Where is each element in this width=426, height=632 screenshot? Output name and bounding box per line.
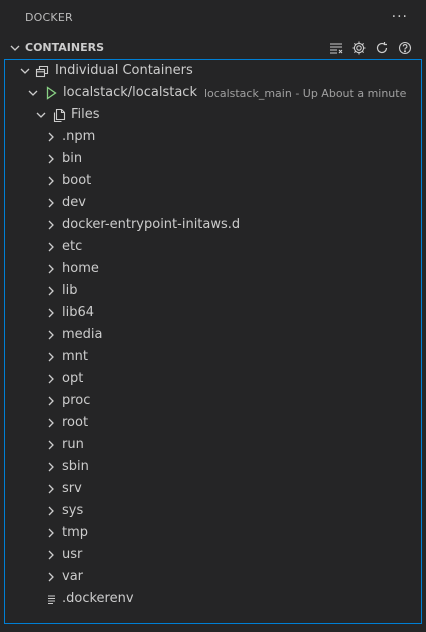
refresh-icon[interactable] [373,39,391,57]
folder-label: docker-entrypoint-initaws.d [62,217,241,232]
chevron-right-icon[interactable] [43,547,59,563]
tree-item-folder[interactable]: lib64 [5,302,426,324]
tree-item-folder[interactable]: sbin [5,456,426,478]
section-actions [327,39,414,57]
tree-item-folder[interactable]: lib [5,280,426,302]
tree-item-folder[interactable]: proc [5,390,426,412]
view-title: DOCKER [25,11,73,24]
folder-label: usr [62,547,83,562]
folder-label: dev [62,195,86,210]
tree-item-container[interactable]: localstack/localstack localstack_main - … [5,82,426,104]
folder-label: boot [62,173,92,188]
folder-label: .npm [62,129,96,144]
tree-item-folder[interactable]: run [5,434,426,456]
folder-label: sys [62,503,84,518]
file-lines-icon [43,591,59,607]
folder-label: opt [62,371,84,386]
tree-item-folder[interactable]: .npm [5,126,426,148]
chevron-right-icon[interactable] [43,217,59,233]
tree-item-file[interactable]: .dockerenv [5,588,426,610]
folder-label: etc [62,239,83,254]
chevron-down-icon[interactable] [8,41,22,55]
section-title: CONTAINERS [25,41,104,54]
tree-item-folder[interactable]: mnt [5,346,426,368]
chevron-right-icon[interactable] [43,327,59,343]
chevron-right-icon[interactable] [43,415,59,431]
chevron-right-icon[interactable] [43,481,59,497]
tree-item-folder[interactable]: dev [5,192,426,214]
chevron-right-icon[interactable] [43,283,59,299]
tree-item-folder[interactable]: opt [5,368,426,390]
chevron-right-icon[interactable] [43,239,59,255]
tree-item-individual-containers[interactable]: Individual Containers [5,60,426,82]
containers-section-header[interactable]: CONTAINERS [0,37,426,59]
chevron-down-icon[interactable] [33,107,49,123]
tree-item-folder[interactable]: boot [5,170,426,192]
tree-item-folder[interactable]: var [5,566,426,588]
chevron-right-icon[interactable] [43,195,59,211]
chevron-right-icon[interactable] [43,261,59,277]
chevron-right-icon[interactable] [43,393,59,409]
chevron-right-icon[interactable] [43,525,59,541]
tree-item-folder[interactable]: docker-entrypoint-initaws.d [5,214,426,236]
chevron-right-icon[interactable] [43,129,59,145]
folder-label: proc [62,393,91,408]
folder-label: mnt [62,349,88,364]
folder-label: root [62,415,89,430]
tree-item-folder[interactable]: root [5,412,426,434]
containers-icon [35,63,51,79]
group-by-icon[interactable] [327,39,345,57]
chevron-right-icon[interactable] [43,503,59,519]
chevron-right-icon[interactable] [43,305,59,321]
tree-item-folder[interactable]: etc [5,236,426,258]
chevron-right-icon[interactable] [43,569,59,585]
docker-view-header: DOCKER ··· [0,0,426,36]
tree-item-label: Files [71,107,100,122]
chevron-right-icon[interactable] [43,371,59,387]
containers-tree: Individual Containers localstack/localst… [4,59,422,624]
folder-label: home [62,261,99,276]
chevron-right-icon[interactable] [43,437,59,453]
container-name: localstack/localstack [63,85,197,100]
folder-label: lib [62,283,78,298]
tree-item-label: Individual Containers [55,63,193,78]
container-status: localstack_main - Up About a minute [204,86,407,100]
folder-label: media [62,327,103,342]
folder-label: bin [62,151,83,166]
chevron-right-icon[interactable] [43,349,59,365]
folder-label: var [62,569,84,584]
tree-item-folder[interactable]: home [5,258,426,280]
tree-item-folder[interactable]: usr [5,544,426,566]
folder-label: run [62,437,84,452]
ellipsis-icon[interactable]: ··· [392,9,408,25]
folder-label: lib64 [62,305,95,320]
play-icon [43,85,59,101]
chevron-right-icon[interactable] [43,459,59,475]
tree-item-files[interactable]: Files [5,104,426,126]
help-icon[interactable] [396,39,414,57]
folder-label: srv [62,481,82,496]
folder-label: tmp [62,525,89,540]
files-icon [51,107,67,123]
tree-item-folder[interactable]: media [5,324,426,346]
file-label: .dockerenv [62,591,134,606]
folder-label: sbin [62,459,89,474]
chevron-down-icon[interactable] [17,63,33,79]
tree-item-folder[interactable]: srv [5,478,426,500]
chevron-right-icon[interactable] [43,151,59,167]
chevron-right-icon[interactable] [43,173,59,189]
chevron-down-icon[interactable] [25,85,41,101]
tree-item-folder[interactable]: bin [5,148,426,170]
tree-item-folder[interactable]: sys [5,500,426,522]
gear-icon[interactable] [350,39,368,57]
tree-item-folder[interactable]: tmp [5,522,426,544]
